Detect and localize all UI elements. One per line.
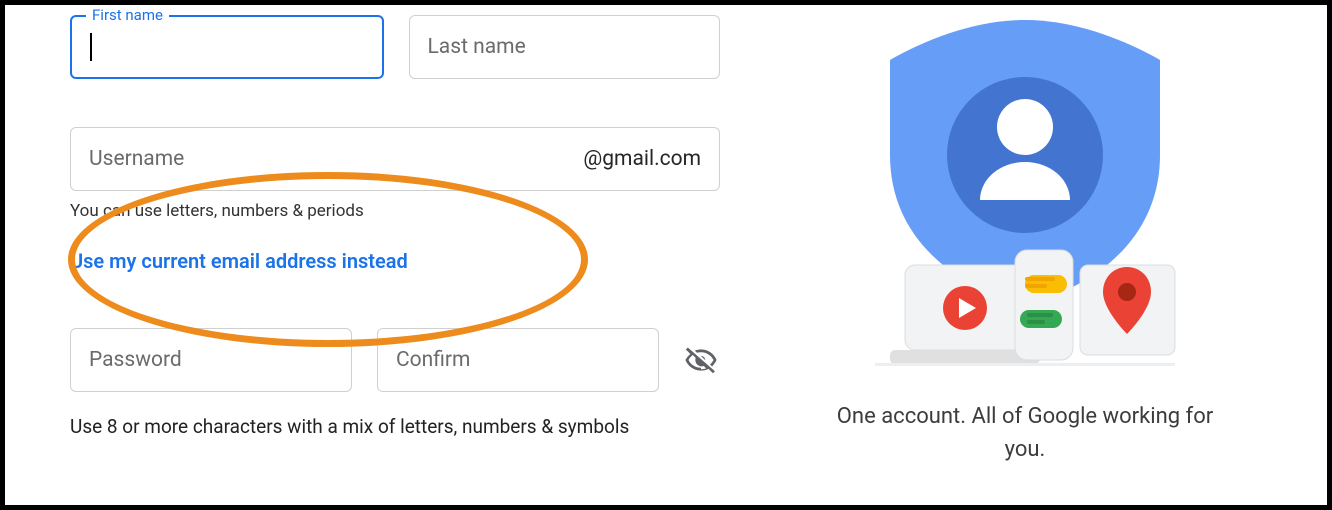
username-suffix: @gmail.com (583, 147, 701, 171)
username-placeholder: Username (89, 147, 583, 171)
username-field[interactable]: Username @gmail.com (70, 127, 720, 191)
last-name-field[interactable]: Last name (409, 15, 721, 79)
password-placeholder: Password (89, 348, 182, 372)
signup-frame: First name Last name Username @gmail.com… (0, 0, 1332, 510)
password-helper: Use 8 or more characters with a mix of l… (70, 414, 630, 440)
username-row: Username @gmail.com You can use letters,… (70, 127, 720, 273)
form-column: First name Last name Username @gmail.com… (70, 15, 720, 440)
password-row: Password Confirm (70, 328, 720, 392)
name-row: First name Last name (70, 15, 720, 79)
confirm-field[interactable]: Confirm (377, 328, 659, 392)
last-name-placeholder: Last name (428, 35, 526, 59)
username-helper: You can use letters, numbers & periods (70, 201, 720, 221)
illustration-column: One account. All of Google working for y… (825, 15, 1225, 466)
tagline-text: One account. All of Google working for y… (825, 400, 1225, 466)
text-cursor (90, 33, 92, 61)
use-current-email-link[interactable]: Use my current email address instead (70, 249, 408, 273)
confirm-placeholder: Confirm (396, 348, 470, 372)
first-name-label: First name (86, 6, 169, 24)
first-name-field[interactable]: First name (70, 15, 384, 79)
visibility-off-icon[interactable] (684, 343, 718, 377)
account-illustration (865, 15, 1185, 375)
password-field[interactable]: Password (70, 328, 352, 392)
